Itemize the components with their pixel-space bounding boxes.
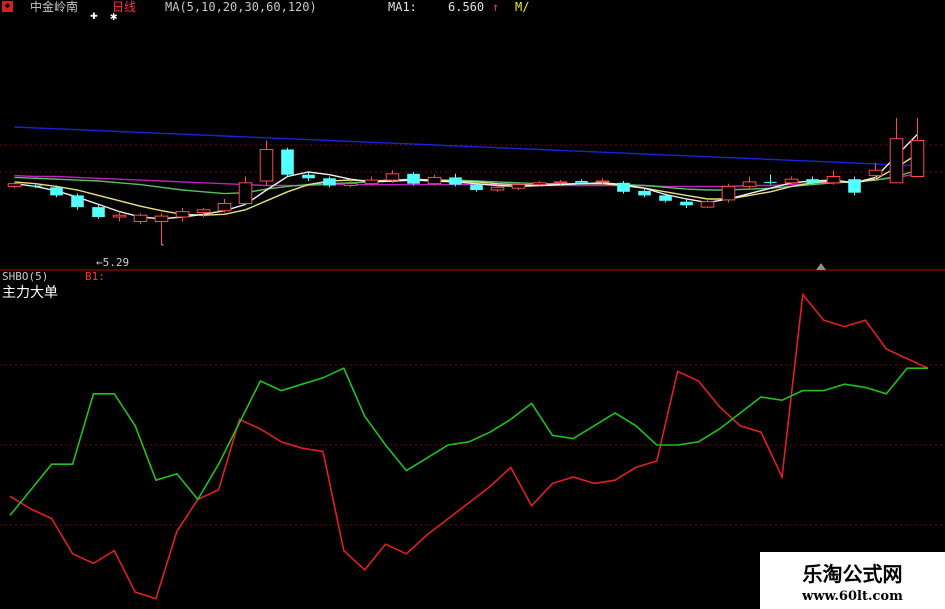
candle-body-10 — [217, 203, 232, 212]
candle-body-38 — [806, 179, 819, 183]
candle-body-42 — [889, 138, 904, 184]
candle-body-26 — [553, 181, 568, 184]
candle-body-13 — [281, 149, 294, 175]
candle-body-24 — [511, 184, 526, 189]
candle-body-3 — [71, 195, 84, 208]
candle-body-18 — [385, 173, 400, 181]
ma-line-1 — [14, 126, 918, 167]
candle-body-31 — [659, 195, 672, 201]
ma-params-label: MA(5,10,20,30,60,120) — [165, 0, 317, 14]
candle-body-37 — [784, 178, 799, 184]
candle-body-4 — [92, 207, 105, 217]
candle-body-34 — [721, 185, 736, 201]
candle-body-30 — [638, 190, 651, 196]
candle-body-22 — [470, 184, 483, 190]
candle-body-23 — [490, 186, 505, 191]
candle-body-12 — [259, 149, 274, 182]
ma1-label: MA1: — [388, 0, 417, 14]
indicator-b1-label: B1: — [85, 270, 105, 283]
candle-body-16 — [343, 183, 358, 186]
ma1-value: 6.560 — [448, 0, 485, 14]
candle-body-29 — [617, 182, 630, 192]
candle-body-25 — [532, 182, 547, 186]
candle-body-27 — [575, 181, 588, 183]
candle-body-15 — [323, 178, 336, 186]
site-watermark: 乐淘公式网 www.60lt.com — [760, 552, 945, 609]
candle-body-1 — [29, 185, 42, 187]
candle-body-19 — [407, 173, 420, 184]
candle-body-2 — [50, 187, 63, 196]
plus-marker-icon: ✚ — [90, 8, 98, 23]
candle-body-11 — [238, 182, 253, 205]
indicator-title: 主力大单 — [2, 285, 58, 301]
candle-body-20 — [427, 176, 442, 185]
ma2-label-truncated: M/ — [515, 0, 530, 14]
watermark-title: 乐淘公式网 — [802, 562, 903, 586]
axis-triangle-icon — [816, 263, 826, 270]
candle-body-14 — [302, 174, 315, 179]
candle-body-40 — [848, 179, 861, 193]
indicator-name[interactable]: SHBO(5) — [2, 270, 48, 286]
star-marker-icon: ✱ — [110, 9, 118, 23]
candle-body-41 — [868, 169, 883, 177]
candle-body-43 — [910, 140, 925, 177]
candle-body-35 — [742, 181, 757, 187]
chart-canvas — [0, 118, 945, 600]
indicator-line-2 — [9, 367, 928, 516]
candle-body-39 — [826, 176, 841, 184]
candle-body-33 — [700, 201, 715, 208]
candle-body-8 — [175, 211, 190, 218]
watermark-url: www.60lt.com — [802, 589, 903, 604]
chart-screen: ◆ 中金岭南 日线 MA(5,10,20,30,60,120) MA1: 6.5… — [0, 0, 945, 609]
candle-body-28 — [595, 180, 610, 183]
candle-body-5 — [112, 214, 127, 218]
ma1-up-arrow-icon: ↑ — [492, 0, 500, 14]
stock-menu-icon[interactable]: ◆ — [2, 1, 13, 12]
candle-body-9 — [196, 209, 211, 214]
candle-body-32 — [680, 201, 693, 206]
candle-body-7 — [154, 215, 169, 223]
candle-body-6 — [133, 214, 148, 222]
candle-body-21 — [449, 177, 462, 185]
candle-body-36 — [764, 181, 777, 183]
stock-name[interactable]: 中金岭南 — [30, 0, 78, 16]
candle-body-17 — [364, 179, 379, 185]
candle-body-0 — [7, 183, 22, 187]
